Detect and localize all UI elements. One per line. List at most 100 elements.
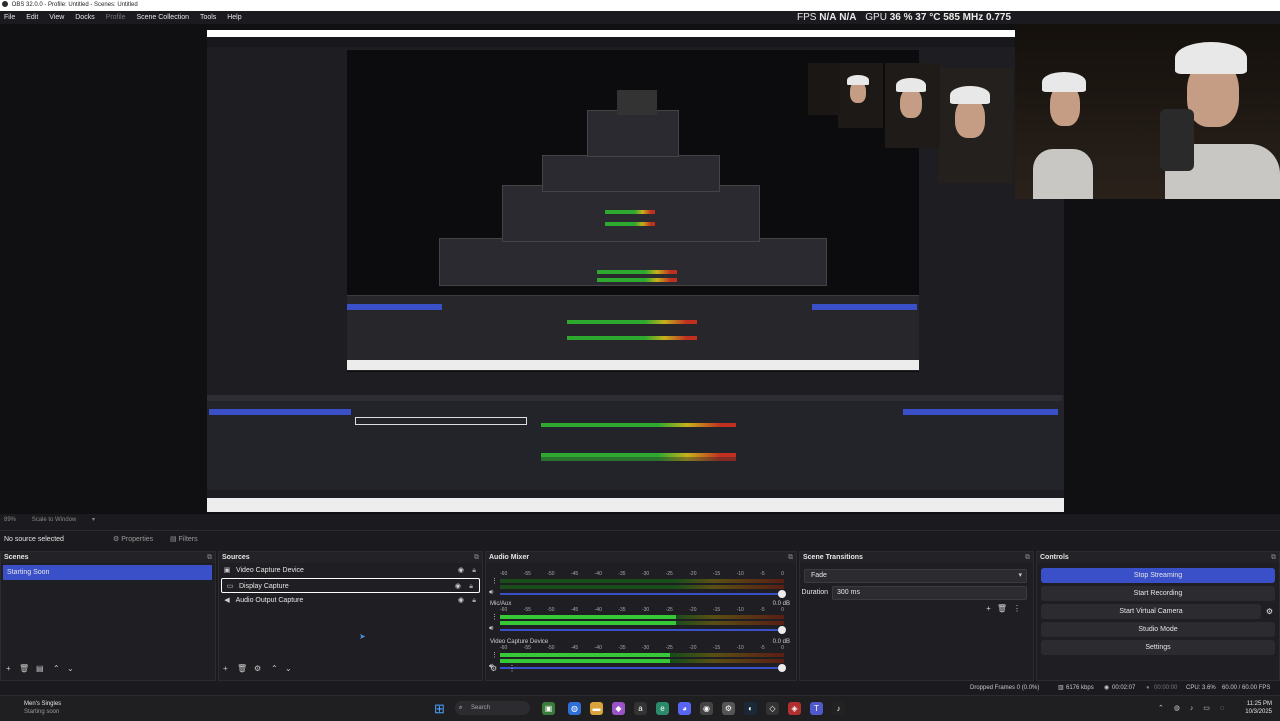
taskbar-search[interactable]: ⌕ Search [455,701,530,715]
speaker-icon[interactable]: 🔊︎ [489,625,493,633]
active-app-preview[interactable]: Men's Singles Starting soon [8,700,61,716]
remove-source-icon[interactable]: 🗑 [237,664,247,673]
source-properties-icon[interactable]: ⚙ [254,664,261,673]
scene-item[interactable]: Starting Soon [3,565,212,580]
properties-label: Properties [121,536,154,543]
settings-app-icon[interactable]: ⚙ [722,702,735,715]
move-up-icon[interactable]: ⌃ [271,664,278,673]
channel-menu-icon[interactable]: ⋮ [491,613,498,621]
meter-tick-label: -35 [618,607,626,613]
eye-icon[interactable]: ◉ [458,563,464,578]
meter-tick-label: -15 [712,607,721,613]
add-transition-icon[interactable]: + [986,604,997,613]
eye-icon[interactable]: ◉ [455,579,461,594]
transition-select[interactable]: Fade ▾ [804,569,1027,583]
move-down-icon[interactable]: ⌄ [285,664,292,673]
mixer-settings-icon[interactable]: ⚙ [490,664,497,673]
audio-mixer-dock-title: Audio Mixer ⧉ [486,552,796,563]
lock-icon[interactable]: 🔒︎ [472,563,476,578]
duration-spinbox[interactable]: 300 ms [832,586,1027,600]
obs-icon[interactable]: ◉ [700,702,713,715]
properties-button[interactable]: ⚙ Properties [113,531,153,548]
clock[interactable]: 11:25 PM 10/3/2025 [1245,700,1272,716]
settings-button[interactable]: Settings [1041,640,1275,655]
move-down-icon[interactable]: ⌄ [67,664,74,673]
add-scene-icon[interactable]: + [6,664,11,673]
bitrate: 6176 kbps [1066,685,1094,691]
undock-icon[interactable]: ⧉ [1025,552,1030,563]
menu-docks[interactable]: Docks [75,14,94,21]
volume-slider[interactable] [500,590,786,598]
more-options-icon[interactable]: ⋮ [1013,604,1027,613]
remove-transition-icon[interactable]: 🗑 [997,604,1013,613]
add-source-icon[interactable]: + [223,664,228,673]
studio-mode-button[interactable]: Studio Mode [1041,622,1275,637]
window-title: OBS 32.0.0 - Profile: Untitled - Scenes:… [11,2,138,8]
meter-tick-label: -45 [570,571,579,577]
captured-menu-bar [207,37,1064,47]
menu-tools[interactable]: Tools [200,14,216,21]
more-options-icon[interactable]: ⋮ [508,664,516,673]
undock-icon[interactable]: ⧉ [207,552,212,563]
menu-help[interactable]: Help [227,14,241,21]
discord-icon[interactable]: ◕ [678,702,691,715]
folder-icon[interactable]: ▬ [590,702,603,715]
remove-scene-icon[interactable]: 🗑 [19,664,29,673]
desktop-app-icon[interactable]: ▣ [542,702,555,715]
volume-slider-handle[interactable] [778,590,786,598]
chevron-down-icon[interactable]: ▾ [92,517,95,523]
virtual-camera-gear-icon[interactable]: ⚙ [1266,607,1273,616]
shield-icon[interactable]: ◈ [788,702,801,715]
channel-menu-icon[interactable]: ⋮ [491,577,498,585]
volume-slider[interactable] [500,626,786,634]
source-item[interactable]: ◀ Audio Output Capture ◉ 🔒︎ [219,593,482,608]
filters-button[interactable]: ▤ Filters [170,531,198,548]
source-item[interactable]: ▭ Display Capture ◉ 🔒︎ [221,578,480,593]
preview-canvas[interactable]: FPS N/A N/A GPU 36 % 37 °C 585 MHz 0.775 [0,12,1280,514]
meter-tick-label: -30 [641,571,650,577]
steam-icon[interactable]: ◐ [744,702,757,715]
menu-edit[interactable]: Edit [26,14,38,21]
scene-filters-icon[interactable]: ▤ [36,664,44,673]
meter-tick-label: 0 [781,607,784,613]
channel-menu-icon[interactable]: ⋮ [491,651,498,659]
source-item[interactable]: ▣ Video Capture Device ◉ 🔒︎ [219,563,482,578]
menu-scene-collection[interactable]: Scene Collection [136,14,189,21]
tiktok-icon[interactable]: ♪ [832,702,845,715]
cpu-usage: CPU: 3.6% [1186,685,1216,691]
monitor-icon: ▭ [226,583,234,590]
app-icon[interactable]: ◆ [612,702,625,715]
stop-streaming-button[interactable]: Stop Streaming [1041,568,1275,583]
menu-view[interactable]: View [49,14,64,21]
amazon-icon[interactable]: a [634,702,647,715]
windows-start-icon[interactable]: ⊞ [434,702,447,715]
lock-icon[interactable]: 🔒︎ [469,579,473,594]
status-bar: Dropped Frames 0 (0.0%) ▥ 6176 kbps ◉ 00… [0,681,1280,695]
app-title: Men's Singles [24,701,62,707]
menu-profile[interactable]: Profile [106,14,126,21]
edge-icon[interactable]: e [656,702,669,715]
move-up-icon[interactable]: ⌃ [53,664,60,673]
app-icon-2[interactable]: ◇ [766,702,779,715]
scale-mode-dropdown[interactable]: Scale to Window [32,517,77,523]
fps-label: FPS [797,12,817,23]
menu-file[interactable]: File [4,14,15,21]
system-tray[interactable]: ⌃ ◍ ♪ ▭ ◌ [1158,704,1228,712]
undock-icon[interactable]: ⧉ [474,552,479,563]
browser-icon[interactable]: ◍ [568,702,581,715]
speaker-icon[interactable]: 🔊︎ [489,589,493,597]
start-virtual-camera-button[interactable]: Start Virtual Camera [1041,604,1261,619]
volume-slider-handle[interactable] [778,626,786,634]
zoom-dropdown[interactable]: 89% [4,517,16,523]
sources-title: Sources [222,554,250,561]
dropped-frames: Dropped Frames 0 (0.0%) [970,685,1040,691]
lock-icon[interactable]: 🔒︎ [472,593,476,608]
start-recording-button[interactable]: Start Recording [1041,586,1275,601]
teams-icon[interactable]: T [810,702,823,715]
undock-icon[interactable]: ⧉ [788,552,793,563]
undock-icon[interactable]: ⧉ [1271,552,1276,563]
meter-tick-label: -20 [689,607,697,613]
controls-dock: Controls ⧉ Stop Streaming Start Recordin… [1036,551,1280,681]
mixer-toolbar: ⚙ ⋮ [486,664,796,676]
eye-icon[interactable]: ◉ [458,593,464,608]
